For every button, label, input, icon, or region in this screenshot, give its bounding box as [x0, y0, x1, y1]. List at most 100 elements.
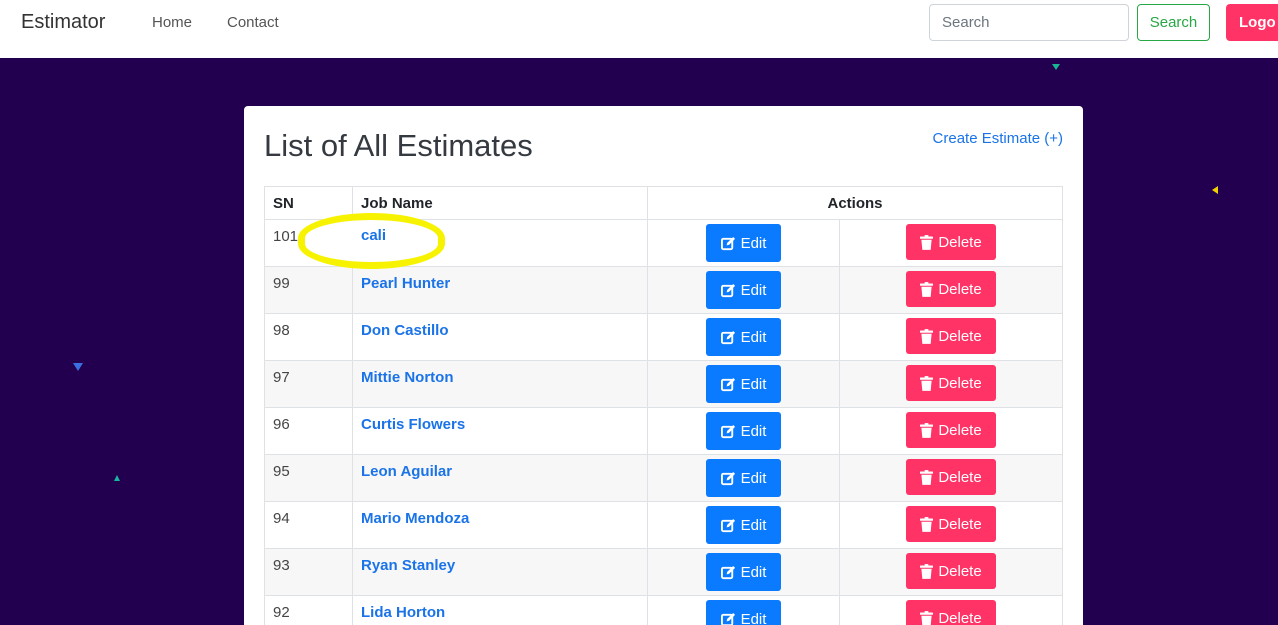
edit-label: Edit: [740, 469, 767, 487]
create-estimate-link[interactable]: Create Estimate (+): [933, 130, 1063, 147]
delete-label: Delete: [938, 374, 982, 392]
edit-label: Edit: [740, 422, 767, 440]
row-edit-cell: Edit: [647, 360, 840, 408]
trash-icon: [920, 516, 934, 532]
delete-button[interactable]: Delete: [906, 506, 996, 542]
edit-button[interactable]: Edit: [706, 318, 781, 356]
row-sn: 98: [264, 313, 353, 361]
delete-button[interactable]: Delete: [906, 459, 996, 495]
row-sn: 99: [264, 266, 353, 314]
job-name-link[interactable]: Mittie Norton: [361, 369, 453, 386]
edit-icon: [720, 377, 735, 391]
row-edit-cell: Edit: [647, 501, 840, 549]
search-button[interactable]: Search: [1137, 4, 1210, 41]
trash-icon: [920, 328, 934, 344]
row-delete-cell: Delete: [839, 454, 1063, 502]
edit-icon: [720, 518, 735, 532]
job-name-link[interactable]: Don Castillo: [361, 322, 449, 339]
row-sn: 96: [264, 407, 353, 455]
estimates-card: List of All Estimates Create Estimate (+…: [244, 106, 1083, 625]
delete-label: Delete: [938, 280, 982, 298]
job-name-link[interactable]: cali: [361, 227, 386, 244]
search-input[interactable]: [929, 4, 1129, 41]
edit-label: Edit: [740, 328, 767, 346]
trash-icon: [920, 281, 934, 297]
edit-icon: [720, 283, 735, 297]
edit-button[interactable]: Edit: [706, 365, 781, 403]
edit-button[interactable]: Edit: [706, 506, 781, 544]
row-job-name-cell: Pearl Hunter: [352, 266, 648, 314]
edit-icon: [720, 612, 735, 625]
delete-button[interactable]: Delete: [906, 600, 996, 625]
table-row: 99 Pearl Hunter Edit Delete: [264, 266, 1063, 314]
delete-label: Delete: [938, 421, 982, 439]
table-row: 93 Ryan Stanley Edit Delete: [264, 548, 1063, 596]
row-delete-cell: Delete: [839, 266, 1063, 314]
decorative-triangle: [1052, 64, 1060, 70]
delete-label: Delete: [938, 609, 982, 625]
row-delete-cell: Delete: [839, 219, 1063, 267]
table-row: 98 Don Castillo Edit Delete: [264, 313, 1063, 361]
edit-icon: [720, 236, 735, 250]
edit-label: Edit: [740, 610, 767, 625]
job-name-link[interactable]: Curtis Flowers: [361, 416, 465, 433]
delete-button[interactable]: Delete: [906, 365, 996, 401]
delete-label: Delete: [938, 562, 982, 580]
edit-button[interactable]: Edit: [706, 412, 781, 450]
edit-label: Edit: [740, 234, 767, 252]
logout-button[interactable]: Logo: [1226, 4, 1278, 41]
row-job-name-cell: Leon Aguilar: [352, 454, 648, 502]
edit-icon: [720, 471, 735, 485]
column-header-actions: Actions: [647, 186, 1063, 220]
brand-logo[interactable]: Estimator: [21, 11, 105, 34]
edit-button[interactable]: Edit: [706, 271, 781, 309]
edit-button[interactable]: Edit: [706, 553, 781, 591]
job-name-link[interactable]: Mario Mendoza: [361, 510, 469, 527]
row-edit-cell: Edit: [647, 407, 840, 455]
delete-label: Delete: [938, 468, 982, 486]
trash-icon: [920, 375, 934, 391]
row-sn: 92: [264, 595, 353, 625]
job-name-link[interactable]: Lida Horton: [361, 604, 445, 621]
row-job-name-cell: Mario Mendoza: [352, 501, 648, 549]
job-name-link[interactable]: Pearl Hunter: [361, 275, 450, 292]
table-row: 97 Mittie Norton Edit Delete: [264, 360, 1063, 408]
edit-label: Edit: [740, 516, 767, 534]
edit-label: Edit: [740, 563, 767, 581]
job-name-link[interactable]: Ryan Stanley: [361, 557, 455, 574]
row-job-name-cell: Ryan Stanley: [352, 548, 648, 596]
delete-label: Delete: [938, 233, 982, 251]
row-edit-cell: Edit: [647, 454, 840, 502]
row-edit-cell: Edit: [647, 595, 840, 625]
row-sn: 93: [264, 548, 353, 596]
row-edit-cell: Edit: [647, 313, 840, 361]
trash-icon: [920, 422, 934, 438]
job-name-link[interactable]: Leon Aguilar: [361, 463, 452, 480]
row-delete-cell: Delete: [839, 360, 1063, 408]
row-sn: 94: [264, 501, 353, 549]
nav-link-contact[interactable]: Contact: [227, 14, 279, 31]
table-row: 94 Mario Mendoza Edit Delete: [264, 501, 1063, 549]
row-job-name-cell: Lida Horton: [352, 595, 648, 625]
row-delete-cell: Delete: [839, 407, 1063, 455]
edit-button[interactable]: Edit: [706, 459, 781, 497]
edit-button[interactable]: Edit: [706, 600, 781, 625]
page-title: List of All Estimates: [264, 128, 533, 163]
delete-button[interactable]: Delete: [906, 271, 996, 307]
delete-button[interactable]: Delete: [906, 553, 996, 589]
row-sn: 95: [264, 454, 353, 502]
edit-button[interactable]: Edit: [706, 224, 781, 262]
navbar: Estimator Home Contact Search Logo: [0, 0, 1278, 58]
table-row: 92 Lida Horton Edit Delete: [264, 595, 1063, 625]
row-delete-cell: Delete: [839, 313, 1063, 361]
nav-link-home[interactable]: Home: [152, 14, 192, 31]
row-job-name-cell: Mittie Norton: [352, 360, 648, 408]
row-sn: 97: [264, 360, 353, 408]
edit-icon: [720, 565, 735, 579]
edit-label: Edit: [740, 375, 767, 393]
edit-label: Edit: [740, 281, 767, 299]
delete-label: Delete: [938, 515, 982, 533]
delete-button[interactable]: Delete: [906, 318, 996, 354]
delete-button[interactable]: Delete: [906, 224, 996, 260]
delete-button[interactable]: Delete: [906, 412, 996, 448]
